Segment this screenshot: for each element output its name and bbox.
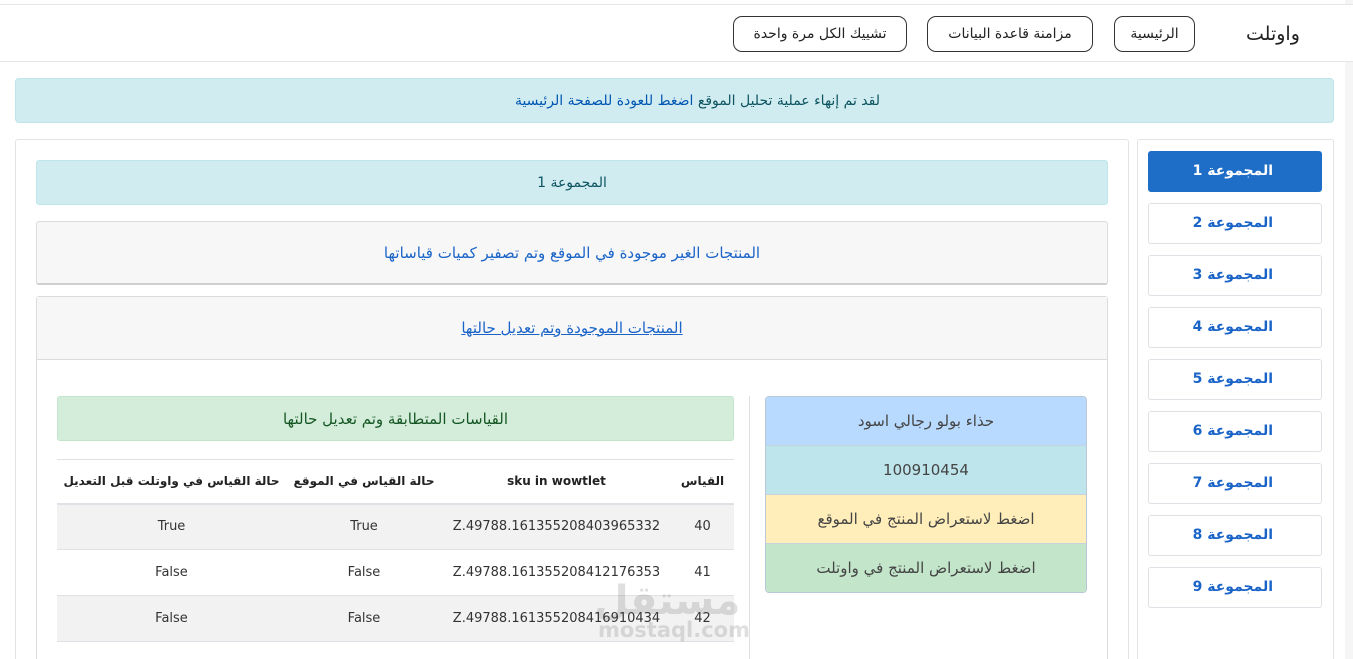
cell-sku: Z.49788.161355208412176353 <box>452 565 661 580</box>
cell-site-status: True <box>350 519 378 535</box>
check-all-button[interactable]: تشييك الكل مرة واحدة <box>733 16 907 52</box>
sidebar-item-group-2[interactable]: المجموعة 2 <box>1148 203 1322 244</box>
analysis-complete-alert: لقد تم إنهاء عملية تحليل الموقع اضغط للع… <box>15 78 1334 123</box>
sync-database-button[interactable]: مزامنة قاعدة البيانات <box>927 16 1093 52</box>
sidebar-item-group-3[interactable]: المجموعة 3 <box>1148 255 1322 296</box>
sidebar-item-group-6[interactable]: المجموعة 6 <box>1148 411 1322 452</box>
existing-products-header[interactable]: المنتجات الموجودة وتم تعديل حالتها <box>37 297 1107 360</box>
cell-sku: Z.49788.161355208416910434 <box>452 611 661 626</box>
missing-products-link[interactable]: المنتجات الغير موجودة في الموقع وتم تصفي… <box>384 244 760 262</box>
cell-before-status: False <box>155 611 188 626</box>
sidebar-item-group-7[interactable]: المجموعة 7 <box>1148 463 1322 504</box>
view-on-site-button[interactable]: اضغط لاستعراض المنتج في الموقع <box>766 495 1086 544</box>
sidebar-item-group-8[interactable]: المجموعة 8 <box>1148 515 1322 556</box>
cell-size: 40 <box>694 519 711 535</box>
table-row: False False Z.49788.161355208412176353 4… <box>57 550 734 596</box>
product-name: حذاء بولو رجالي اسود <box>766 397 1086 446</box>
matched-sizes-title: القياسات المتطابقة وتم تعديل حالتها <box>57 396 734 441</box>
table-row: False False Z.49788.161355208416910434 4… <box>57 595 734 642</box>
group-title: المجموعة 1 <box>36 160 1108 205</box>
product-sku: 100910454 <box>766 446 1086 495</box>
sizes-table: حالة القياس في واوتلت قبل التعديل حالة ا… <box>57 459 734 642</box>
sidebar-item-group-5[interactable]: المجموعة 5 <box>1148 359 1322 400</box>
top-navbar: واوتلت الرئيسية مزامنة قاعدة البيانات تش… <box>0 4 1353 62</box>
cell-size: 41 <box>694 565 711 580</box>
existing-products-link[interactable]: المنتجات الموجودة وتم تعديل حالتها <box>461 319 682 337</box>
sidebar-item-group-1[interactable]: المجموعة 1 <box>1148 151 1322 192</box>
home-button[interactable]: الرئيسية <box>1114 16 1195 52</box>
cell-site-status: False <box>347 611 381 626</box>
header-sku: sku in wowtlet <box>507 474 606 489</box>
header-before-status: حالة القياس في واوتلت قبل التعديل <box>63 474 280 489</box>
product-card: حذاء بولو رجالي اسود 100910454 اضغط لاست… <box>765 396 1087 593</box>
back-to-home-link[interactable]: اضغط للعودة للصفحة الرئيسية <box>515 93 694 109</box>
header-site-status: حالة القياس في الموقع <box>293 474 435 489</box>
sidebar-item-group-9[interactable]: المجموعة 9 <box>1148 567 1322 608</box>
header-size: القياس <box>680 474 725 489</box>
view-on-wowtlet-button[interactable]: اضغط لاستعراض المنتج في واوتلت <box>766 544 1086 592</box>
missing-products-section[interactable]: المنتجات الغير موجودة في الموقع وتم تصفي… <box>36 221 1108 285</box>
table-row: True True Z.49788.161355208403965332 40 <box>57 503 734 550</box>
column-divider <box>749 396 750 659</box>
cell-before-status: True <box>157 519 186 535</box>
table-header-row: حالة القياس في واوتلت قبل التعديل حالة ا… <box>57 459 734 504</box>
brand-logo[interactable]: واوتلت <box>1246 23 1300 45</box>
cell-site-status: False <box>347 565 381 580</box>
cell-before-status: False <box>155 565 188 580</box>
cell-sku: Z.49788.161355208403965332 <box>452 519 661 535</box>
scrollbar[interactable] <box>1345 0 1353 659</box>
sidebar-item-group-4[interactable]: المجموعة 4 <box>1148 307 1322 348</box>
alert-text: لقد تم إنهاء عملية تحليل الموقع <box>697 93 880 109</box>
cell-size: 42 <box>694 611 711 626</box>
